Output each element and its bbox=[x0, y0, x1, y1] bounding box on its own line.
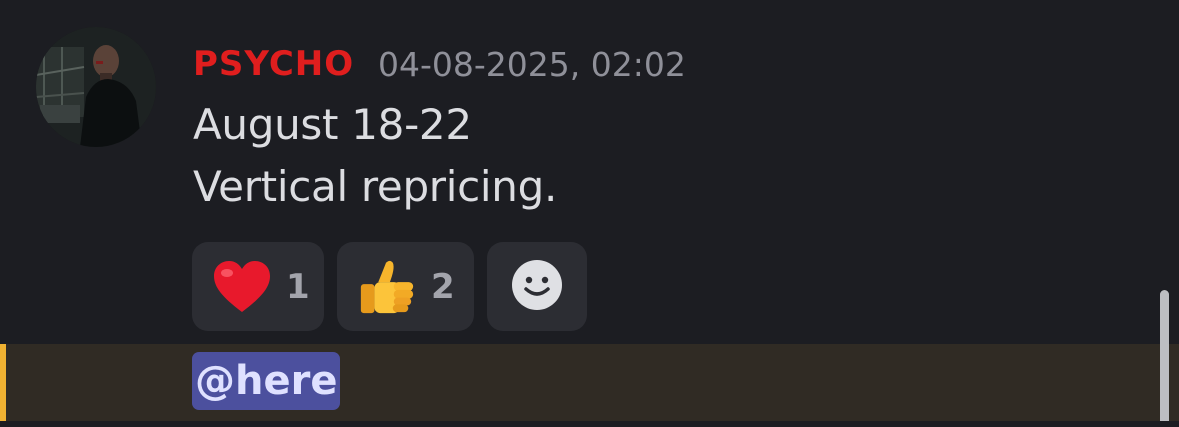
here-mention[interactable]: @here bbox=[192, 352, 341, 410]
avatar-image bbox=[36, 27, 156, 147]
reaction-thumbs-up-count: 2 bbox=[431, 266, 455, 307]
message-author[interactable]: PSYCHO bbox=[193, 42, 354, 86]
scrollbar-thumb[interactable] bbox=[1160, 290, 1169, 427]
user-avatar[interactable] bbox=[36, 27, 156, 147]
message-line-2: Vertical repricing. bbox=[193, 162, 558, 211]
thumbs-up-icon bbox=[357, 257, 417, 317]
reaction-heart-count: 1 bbox=[286, 266, 310, 307]
smiley-add-reaction-icon bbox=[511, 259, 563, 315]
mention-highlight-bar bbox=[0, 344, 6, 421]
chat-screen: PSYCHO 04-08-2025, 02:02 August 18-22 Ve… bbox=[0, 0, 1179, 427]
heart-icon bbox=[212, 257, 272, 317]
mentioned-message-row: @here bbox=[0, 344, 1179, 421]
bottom-divider bbox=[0, 421, 1179, 427]
reaction-heart[interactable]: 1 bbox=[192, 242, 324, 331]
reaction-thumbs-up[interactable]: 2 bbox=[337, 242, 474, 331]
add-reaction-button[interactable] bbox=[487, 242, 587, 331]
message-line-1: August 18-22 bbox=[193, 100, 472, 149]
message-timestamp: 04-08-2025, 02:02 bbox=[378, 45, 686, 84]
